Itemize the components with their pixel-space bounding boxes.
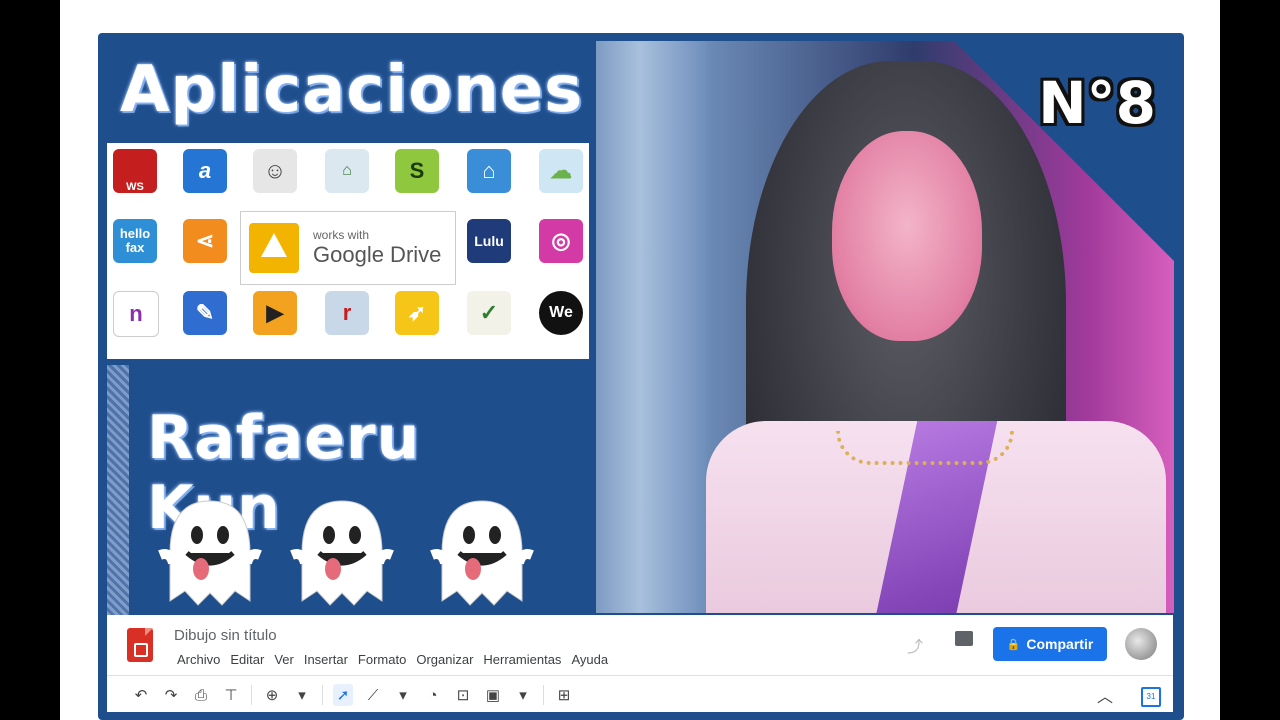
lock-icon: 🔒	[1006, 638, 1021, 651]
avatar[interactable]	[1125, 628, 1157, 660]
paint-format-icon[interactable]: ⊤	[221, 684, 241, 706]
menu-formato[interactable]: Formato	[354, 652, 410, 667]
video-title: Aplicaciones	[120, 53, 584, 127]
drive-badge-line1: works with	[313, 228, 370, 242]
redo-icon[interactable]: ↷	[161, 684, 181, 706]
line-icon[interactable]: ⟋	[363, 684, 383, 706]
photo-wall	[596, 41, 706, 613]
sketch-face-icon: ☺	[253, 149, 297, 193]
photo-chain	[836, 431, 1014, 465]
ghost-emoji	[290, 500, 394, 606]
hellofax-icon: hello fax	[113, 219, 157, 263]
image-icon[interactable]: ▣	[483, 684, 503, 706]
toolbar-divider	[107, 675, 1173, 676]
r-app-icon: r	[325, 291, 369, 335]
select-icon[interactable]: ➚	[333, 684, 353, 706]
google-drawings-ui: Dibujo sin título Archivo Editar Ver Ins…	[107, 615, 1173, 712]
toolbar-separator	[251, 685, 252, 705]
zoom-icon[interactable]: ⊕	[262, 684, 282, 706]
lulu-icon: Lulu	[467, 219, 511, 263]
title-panel: Aplicaciones	[108, 43, 588, 143]
drive-badge-line2: Google Drive	[313, 242, 442, 267]
texture-strip	[107, 365, 129, 615]
author-panel: Rafaeru Kun	[129, 373, 571, 613]
menu-herramientas[interactable]: Herramientas	[479, 652, 565, 667]
undo-icon[interactable]: ↶	[131, 684, 151, 706]
we-app-icon: We	[539, 291, 583, 335]
menu-ver[interactable]: Ver	[270, 652, 298, 667]
s-app-icon: S	[395, 149, 439, 193]
home-app-icon: ⌂	[467, 149, 511, 193]
orbit-app-icon: ◎	[539, 219, 583, 263]
rocket-app-icon: ➶	[395, 291, 439, 335]
check-app-icon: ✓	[467, 291, 511, 335]
autocad-ws-icon: WS	[113, 149, 157, 193]
menu-insertar[interactable]: Insertar	[300, 652, 352, 667]
calendar-icon[interactable]: 31	[1141, 687, 1161, 707]
activity-icon[interactable]: ⤴	[907, 633, 923, 657]
episode-number: N°8	[1038, 69, 1156, 137]
shape-icon[interactable]: ◔	[423, 684, 443, 706]
menu-ayuda[interactable]: Ayuda	[567, 652, 612, 667]
textbox-icon[interactable]: ⊡	[453, 684, 473, 706]
drawings-logo-icon[interactable]	[127, 628, 153, 662]
lucid-a-icon: a	[183, 149, 227, 193]
menu-bar: Archivo Editar Ver Insertar Formato Orga…	[173, 652, 614, 667]
share-label: Compartir	[1026, 636, 1094, 652]
play-app-icon: ▶	[253, 291, 297, 335]
share-button[interactable]: 🔒 Compartir	[993, 627, 1107, 661]
ghost-emoji	[430, 500, 534, 606]
print-icon[interactable]: ⎙	[191, 684, 211, 706]
portrait-photo: N°8	[596, 41, 1174, 613]
thumbnail-frame: Aplicaciones WS a ☺ ⌂ S ⌂ ☁ hello fax ⋖ w…	[98, 33, 1184, 720]
toolbar: ↶ ↷ ⎙ ⊤ ⊕ ▾ ➚ ⟋ ▾ ◔ ⊡ ▣ ▾ ⊞	[131, 681, 574, 709]
collapse-toolbar-icon[interactable]: ︿	[1097, 683, 1113, 707]
share-app-icon: ⋖	[183, 219, 227, 263]
menu-organizar[interactable]: Organizar	[412, 652, 477, 667]
add-comment-icon[interactable]: ⊞	[554, 684, 574, 706]
comments-icon[interactable]	[955, 631, 973, 646]
toolbar-separator	[543, 685, 544, 705]
menu-archivo[interactable]: Archivo	[173, 652, 224, 667]
floor-plan-icon: ⌂	[325, 149, 369, 193]
pen-app-icon: ✎	[183, 291, 227, 335]
chevron-down-icon[interactable]: ▾	[292, 684, 312, 706]
toolbar-separator	[322, 685, 323, 705]
google-drive-badge: works with Google Drive	[240, 211, 456, 285]
chevron-down-icon[interactable]: ▾	[393, 684, 413, 706]
n-app-icon: n	[113, 291, 159, 337]
app-grid: WS a ☺ ⌂ S ⌂ ☁ hello fax ⋖ works with Goo…	[107, 143, 589, 359]
menu-editar[interactable]: Editar	[226, 652, 268, 667]
cloud-app-icon: ☁	[539, 149, 583, 193]
document-title[interactable]: Dibujo sin título	[174, 627, 277, 644]
google-drive-icon	[249, 223, 299, 273]
chevron-down-icon[interactable]: ▾	[513, 684, 533, 706]
ghost-emoji	[158, 500, 262, 606]
